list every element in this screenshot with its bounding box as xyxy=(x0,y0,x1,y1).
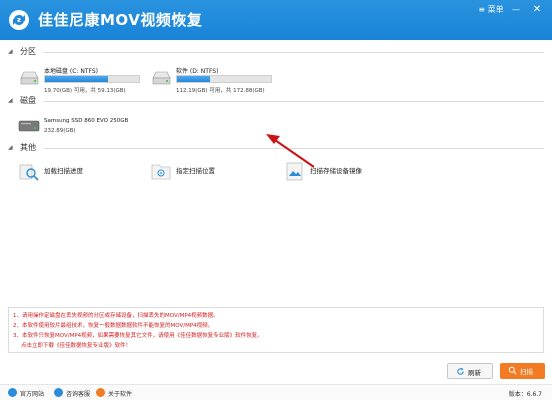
target-icon xyxy=(151,164,171,180)
tool-specify-scan-location[interactable]: 指定扫描位置 xyxy=(150,160,260,184)
divider xyxy=(44,101,544,102)
about-label: 关于软件 xyxy=(108,391,133,398)
chat-icon xyxy=(54,388,63,397)
divider xyxy=(44,148,544,149)
disk-item[interactable]: Samsung SSD 860 EVO 250GB 232.89(GB) xyxy=(18,116,178,140)
globe-icon xyxy=(8,388,17,397)
search-doc-icon xyxy=(19,164,39,181)
download-link[interactable]: 点击立即下载《佳佳数据恢复专业版》软件！ xyxy=(21,341,131,349)
usage-bar-fill xyxy=(177,76,210,82)
scan-label: 扫描 xyxy=(520,368,533,376)
section-disk[interactable]: ◢ 磁盘 xyxy=(0,95,552,107)
tool-label: 扫描存储设备镜像 xyxy=(310,167,362,175)
scan-icon xyxy=(508,366,517,375)
hard-disk-icon xyxy=(18,120,40,132)
refresh-icon xyxy=(457,367,464,375)
disk-name: Samsung SSD 860 EVO 250GB xyxy=(44,118,129,124)
tool-scan-device-image[interactable]: 扫描存储设备镜像 xyxy=(284,160,404,184)
section-label: 磁盘 xyxy=(20,96,36,105)
image-file-icon xyxy=(286,162,303,181)
website-label: 官方网站 xyxy=(20,391,45,398)
tool-load-scan-progress[interactable]: 加载扫描进度 xyxy=(18,160,128,184)
status-bar: 官方网站 咨询客服 关于软件 版本：6.6.7 xyxy=(0,384,552,400)
section-other[interactable]: ◢ 其他 xyxy=(0,142,552,154)
notice-box: 1、请用操作定磁盘在丢失视频的分区或存储设备，扫描丢失的MOV/MP4视频数据。… xyxy=(8,307,544,353)
scan-button[interactable]: 扫描 xyxy=(500,363,545,379)
section-label: 其他 xyxy=(20,143,36,152)
collapse-arrow-icon: ◢ xyxy=(8,48,13,55)
section-partition[interactable]: ◢ 分区 xyxy=(0,46,552,58)
usage-bar xyxy=(176,75,272,83)
app-title: 佳佳尼康MOV视频恢复 xyxy=(38,11,203,29)
partition-size: 19.70(GB) 可用，共 59.13(GB) xyxy=(44,88,126,94)
version-label: 版本：6.6.7 xyxy=(508,391,542,398)
partition-size: 112.19(GB) 可用，共 172.88(GB) xyxy=(176,88,265,94)
collapse-arrow-icon: ◢ xyxy=(8,97,13,104)
partition-name: 软件 (D: NTFS) xyxy=(176,68,219,75)
notice-line: 1、请用操作定磁盘在丢失视频的分区或存储设备，扫描丢失的MOV/MP4视频数据。 xyxy=(13,313,219,319)
refresh-button[interactable]: 刷新 xyxy=(447,363,493,379)
usage-bar-fill xyxy=(45,76,108,82)
divider xyxy=(44,52,544,53)
menu-button[interactable]: ≡ 菜单 xyxy=(478,4,504,16)
support-label: 咨询客服 xyxy=(66,391,91,398)
partition-name: 本地磁盘 (C: NTFS) xyxy=(44,68,99,75)
menu-icon: ≡ xyxy=(478,5,486,14)
refresh-label: 刷新 xyxy=(468,369,481,377)
usage-bar xyxy=(44,75,140,83)
disk-size: 232.89(GB) xyxy=(44,128,76,134)
website-link[interactable]: 官方网站 xyxy=(8,388,58,398)
info-icon xyxy=(96,388,105,397)
notice-line: 3、本软件只恢复MOV/MP4视频，如果需要恢复其它文件，请使用《佳佳数据恢复专… xyxy=(13,333,263,339)
close-button[interactable]: ✕ xyxy=(530,4,544,16)
drive-icon xyxy=(20,71,39,85)
collapse-arrow-icon: ◢ xyxy=(8,144,13,151)
app-logo-icon xyxy=(9,10,29,30)
notice-line: 2、本软件使用较片最组技术，恢复一般数据数据软件不能恢复的MOV/MP4视频。 xyxy=(13,323,214,329)
drive-icon xyxy=(152,71,171,85)
tool-label: 加载扫描进度 xyxy=(44,167,83,175)
tool-label: 指定扫描位置 xyxy=(176,167,215,175)
about-link[interactable]: 关于软件 xyxy=(96,388,146,398)
minimize-button[interactable]: — xyxy=(510,4,522,16)
section-label: 分区 xyxy=(20,47,36,56)
title-bar: 佳佳尼康MOV视频恢复 ≡ 菜单 — ✕ xyxy=(0,0,552,40)
menu-label: 菜单 xyxy=(487,5,504,14)
